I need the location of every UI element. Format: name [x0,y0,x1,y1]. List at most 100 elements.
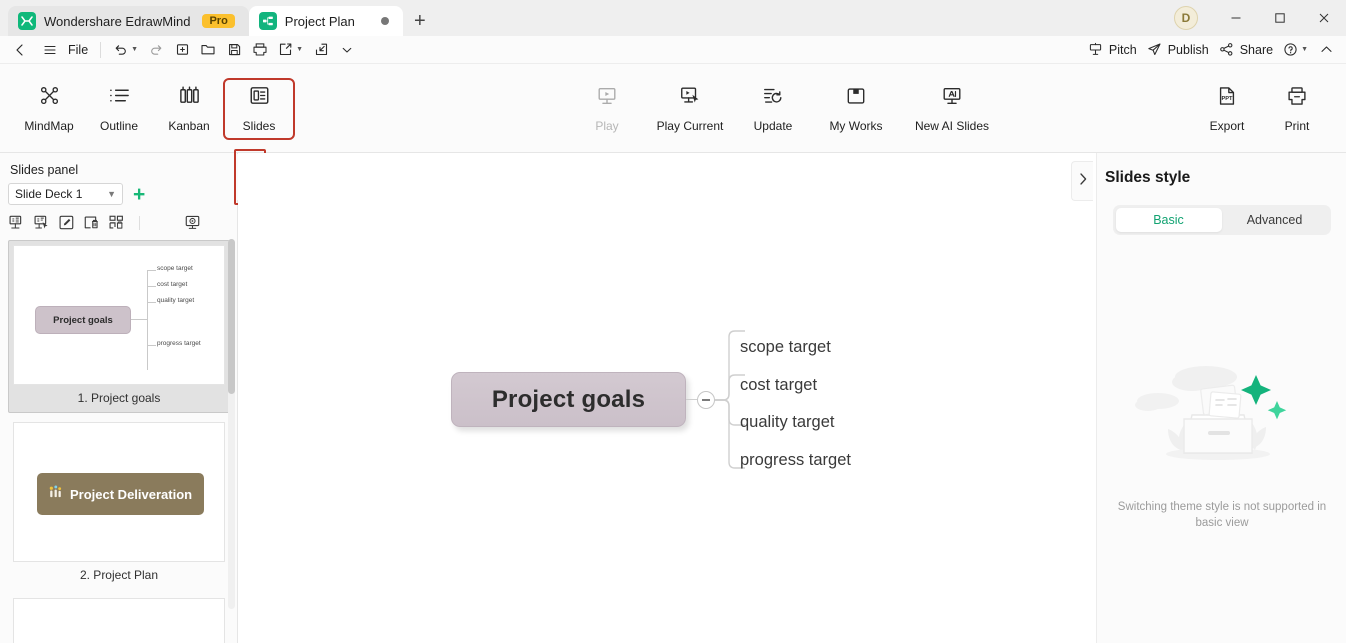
quick-access-toolbar: File ▼ ▼ Pitch Publish Share ▼ [0,36,1346,64]
share-button[interactable]: Share [1215,38,1277,62]
slide-thumbnail-list[interactable]: Project goals scope target cost target q… [0,236,238,643]
printer-icon[interactable] [248,38,272,62]
export-ppt-icon: PPT [1216,85,1238,112]
mindmap-root-topic[interactable]: Project goals [451,372,686,427]
chevron-up-icon[interactable] [1314,38,1338,62]
branch-line [147,345,156,346]
pitch-button[interactable]: Pitch [1084,38,1141,62]
file-menu-button[interactable]: File [64,38,92,62]
ribbon-play-current-label: Play Current [656,118,724,133]
slide-thumbnail-canvas: Project goals scope target cost target q… [13,245,225,385]
tab-basic[interactable]: Basic [1115,208,1222,232]
file-menu-label: File [68,42,89,57]
branch-line [147,270,148,370]
close-icon[interactable] [1302,0,1346,36]
tab-label: Project Plan [284,13,355,29]
chevron-down-icon: ▼ [107,189,116,199]
thumb-root-label: Project Deliveration [70,486,193,502]
branch-line [131,319,147,320]
import-arrow-icon[interactable] [309,38,333,62]
play-screen-icon [596,85,618,112]
save-disk-icon[interactable] [222,38,246,62]
back-button[interactable] [8,38,32,62]
share-label: Share [1239,42,1274,57]
help-circle-icon[interactable]: ▼ [1279,38,1312,62]
list-item[interactable]: Project Deliveration 2. Project Plan [8,422,230,589]
hamburger-menu-icon[interactable] [38,38,62,62]
collapse-style-panel-button[interactable] [1071,161,1093,201]
ribbon-update-button[interactable]: Update [738,79,808,139]
mindmap-leaf-topic[interactable]: cost target [740,376,817,395]
window-tab-strip: Wondershare EdrawMind Pro Project Plan + [0,0,437,36]
mindmap-icon [38,84,61,112]
ribbon-my-works-label: My Works [829,118,883,133]
list-item[interactable]: Project goals scope target cost target q… [8,240,230,413]
publish-button[interactable]: Publish [1143,38,1213,62]
output-actions-group: PPT Export Print [1192,64,1332,153]
mindmap-leaf-topic[interactable]: progress target [740,451,851,470]
ribbon-export-button[interactable]: PPT Export [1192,79,1262,139]
slide-thumbnail-canvas: Project Deliveration [13,422,225,562]
new-slide-from-topic-icon[interactable] [33,214,50,231]
edrawmind-logo-icon [18,12,36,30]
ribbon-play-button[interactable]: Play [572,79,642,139]
minimize-icon[interactable] [1214,0,1258,36]
ribbon-update-label: Update [753,118,793,133]
tab-wondershare-edrawmind[interactable]: Wondershare EdrawMind Pro [8,6,249,36]
collapse-branch-toggle[interactable] [697,391,715,409]
thumb-leaf-label: scope target [157,265,193,272]
svg-text:PPT: PPT [1221,96,1233,102]
chevron-down-icon[interactable]: ▼ [296,46,303,53]
ribbon-print-button[interactable]: Print [1262,79,1332,139]
thumb-leaf-label: cost target [157,281,188,288]
mindmap-leaf-topic[interactable]: scope target [740,338,831,357]
ribbon-export-label: Export [1209,118,1245,133]
folder-open-icon[interactable] [196,38,220,62]
slide-thumbnail-caption: 2. Project Plan [79,568,159,582]
project-file-icon [258,12,277,30]
export-arrow-icon[interactable]: ▼ [274,38,307,62]
avatar[interactable]: D [1174,6,1198,30]
ribbon-my-works-button[interactable]: My Works [808,79,904,139]
delete-slide-icon[interactable] [83,214,100,231]
chevron-right-icon [1077,172,1089,191]
new-slide-icon[interactable] [8,214,25,231]
slide-editor-canvas[interactable]: Project goals scope target cost target q… [238,153,1096,643]
add-slide-deck-button[interactable]: + [133,184,145,205]
maximize-icon[interactable] [1258,0,1302,36]
undo-icon[interactable]: ▼ [109,38,142,62]
edit-pencil-icon[interactable] [58,214,75,231]
ribbon-new-ai-slides-button[interactable]: New AI Slides [904,79,1000,139]
ribbon-play-label: Play [595,118,619,133]
preview-slide-icon[interactable] [184,214,201,231]
mindmap-leaf-topic[interactable]: quality target [740,413,834,432]
redo-icon[interactable] [144,38,168,62]
tab-project-plan[interactable]: Project Plan [248,6,403,36]
my-works-box-icon [845,85,867,112]
scrollbar-thumb[interactable] [228,239,235,394]
slides-panel-scrollbar[interactable] [228,239,235,609]
ribbon-mindmap-button[interactable]: MindMap [14,79,84,139]
chevron-down-icon[interactable] [335,38,359,62]
empty-state: Switching theme style is not supported i… [1097,353,1346,531]
edrawmind-window: Wondershare EdrawMind Pro Project Plan + [0,0,1346,643]
slide-deck-select[interactable]: Slide Deck 1 ▼ [8,183,123,205]
new-document-icon[interactable] [170,38,194,62]
thumb-root-node: Project goals [35,306,131,334]
ribbon-play-current-button[interactable]: Play Current [642,79,738,139]
ribbon-mindmap-label: MindMap [24,119,74,133]
title-bar: Wondershare EdrawMind Pro Project Plan + [0,0,1346,36]
publish-label: Publish [1167,42,1209,57]
tab-advanced[interactable]: Advanced [1222,208,1328,232]
chevron-down-icon[interactable]: ▼ [131,46,138,53]
slide-actions-group: Play Play Current Update My Works New AI… [572,64,1000,153]
list-item[interactable]: Project information Project name Project… [8,598,230,643]
new-tab-button[interactable]: + [403,6,437,36]
grid-slides-icon[interactable] [108,214,125,231]
ribbon-kanban-button[interactable]: Kanban [154,79,224,139]
chevron-down-icon[interactable]: ▼ [1301,46,1308,53]
slide-deck-row: Slide Deck 1 ▼ + [0,177,237,205]
ribbon-slides-button[interactable]: Slides [223,77,295,140]
update-refresh-icon [762,85,784,112]
ribbon-outline-button[interactable]: Outline [84,79,154,139]
